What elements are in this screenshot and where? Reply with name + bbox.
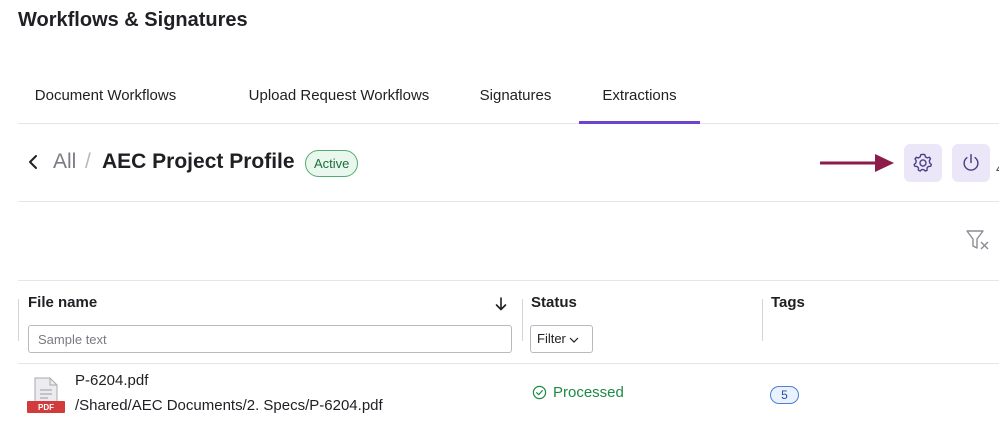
status-badge: Active bbox=[305, 150, 359, 177]
tab-upload-request-workflows[interactable]: Upload Request Workflows bbox=[224, 72, 454, 124]
profile-header: All / AEC Project Profile Active 4 bbox=[18, 124, 999, 202]
tab-bar: Document Workflows Upload Request Workfl… bbox=[18, 72, 999, 124]
column-divider bbox=[18, 299, 19, 341]
gear-icon bbox=[913, 153, 933, 172]
file-name-filter-input[interactable] bbox=[28, 325, 512, 353]
breadcrumb-all[interactable]: All bbox=[53, 150, 76, 174]
column-header-file-name[interactable]: File name bbox=[28, 294, 97, 311]
breadcrumb-separator: / bbox=[85, 150, 91, 173]
chevron-left-icon[interactable] bbox=[26, 153, 40, 171]
row-status: Processed bbox=[532, 384, 624, 401]
column-header-status[interactable]: Status bbox=[531, 294, 577, 311]
annotation-arrow-icon bbox=[820, 154, 894, 172]
breadcrumb-current: AEC Project Profile bbox=[102, 150, 295, 173]
tags-count-badge[interactable]: 5 bbox=[770, 386, 799, 404]
sort-descending-icon[interactable] bbox=[494, 296, 508, 312]
deactivate-button[interactable] bbox=[952, 144, 990, 182]
power-icon bbox=[963, 154, 979, 171]
status-filter-dropdown[interactable]: Filter bbox=[530, 325, 593, 353]
page-title: Workflows & Signatures bbox=[18, 9, 248, 31]
status-filter-label: Filter bbox=[537, 331, 566, 346]
files-table: File name Status Tags Filter PDF P-6204.… bbox=[18, 280, 999, 414]
column-header-tags[interactable]: Tags bbox=[771, 294, 805, 311]
file-name[interactable]: P-6204.pdf bbox=[75, 372, 148, 389]
pdf-file-icon: PDF bbox=[27, 377, 65, 413]
table-row[interactable]: PDF P-6204.pdf /Shared/AEC Documents/2. … bbox=[18, 363, 999, 421]
file-path: /Shared/AEC Documents/2. Specs/P-6204.pd… bbox=[75, 397, 383, 414]
file-type-badge: PDF bbox=[38, 403, 54, 412]
tab-signatures[interactable]: Signatures bbox=[469, 72, 562, 124]
chevron-down-icon bbox=[569, 337, 579, 343]
tab-extractions[interactable]: Extractions bbox=[579, 72, 700, 124]
clear-filters-icon[interactable] bbox=[965, 229, 991, 251]
tab-document-workflows[interactable]: Document Workflows bbox=[18, 72, 193, 124]
column-divider[interactable] bbox=[522, 299, 523, 341]
row-status-text: Processed bbox=[553, 384, 624, 401]
check-circle-icon bbox=[532, 385, 547, 400]
column-divider[interactable] bbox=[762, 299, 763, 341]
settings-button[interactable] bbox=[904, 144, 942, 182]
